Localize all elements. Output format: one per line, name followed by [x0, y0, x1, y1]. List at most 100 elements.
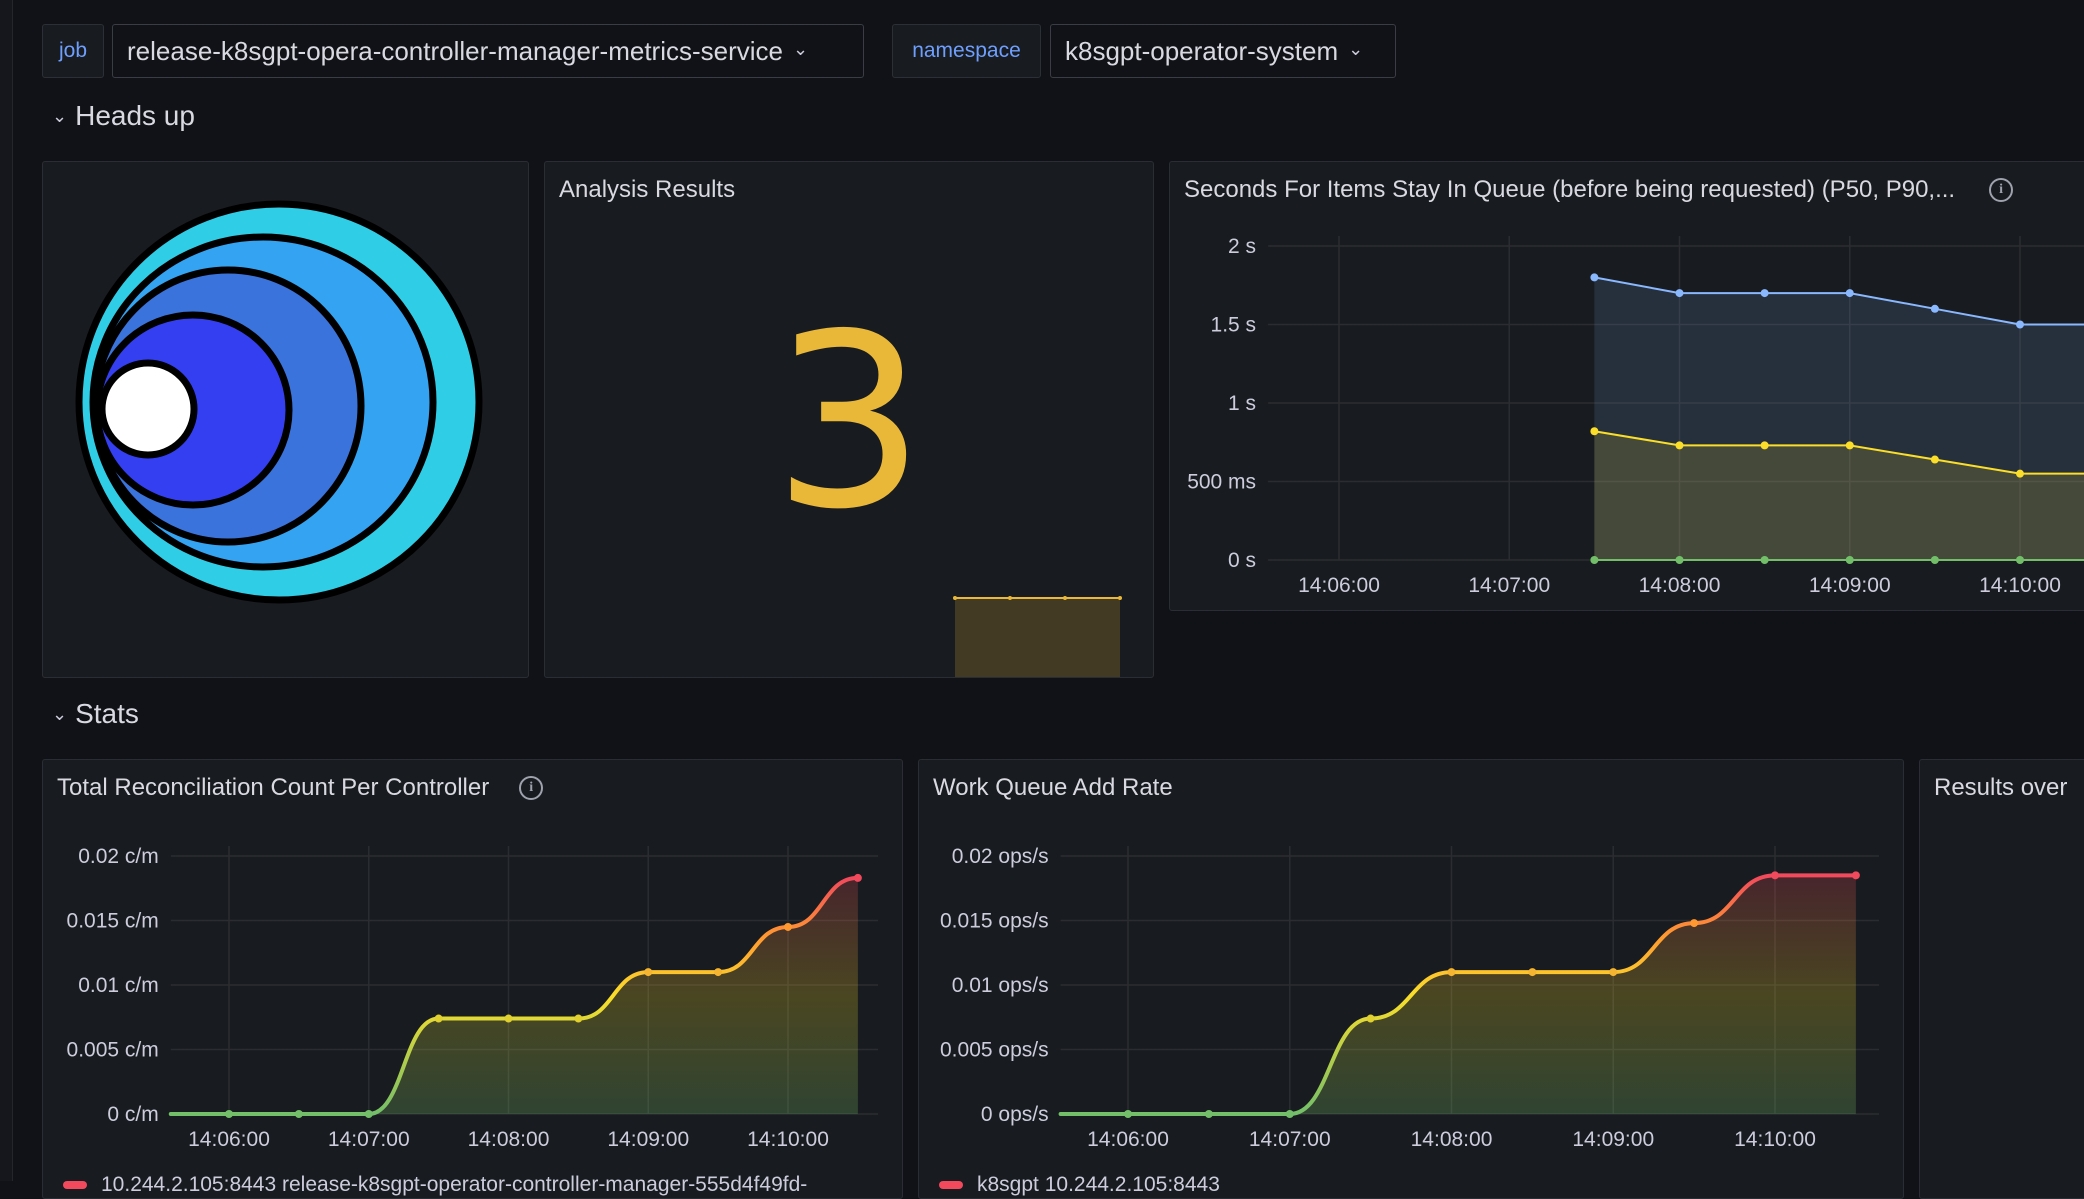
data-point — [784, 922, 792, 931]
y-tick-label: 0.015 ops/s — [940, 910, 1049, 933]
y-tick-label: 0 ops/s — [981, 1103, 1049, 1126]
x-tick-label: 14:09:00 — [607, 1128, 689, 1151]
queue-latency-chart: 0 s 500 ms 1 s 1.5 s 2 s 14:06:00 14:07:00 14:0… — [1187, 235, 2084, 597]
x-tick-label: 14:10:00 — [1734, 1128, 1816, 1151]
row-toggle-heads-up[interactable]: ⌄ Heads up — [52, 100, 195, 132]
work-queue-add-rate-panel: Work Queue Add Rate 0 ops/s 0.005 ops/s 0.… — [918, 759, 1904, 1199]
x-tick-label: 14:06:00 — [188, 1128, 270, 1151]
legend-swatch — [939, 1180, 963, 1189]
sidebar-edge — [0, 0, 13, 1181]
data-point — [2016, 320, 2024, 329]
data-point — [1590, 427, 1599, 436]
x-tick-label: 14:08:00 — [1411, 1128, 1493, 1151]
data-point — [1845, 556, 1854, 564]
legend-label: 10.244.2.105:8443 release-k8sgpt-operato… — [101, 1172, 808, 1196]
row-title: Stats — [75, 698, 139, 729]
data-point — [294, 1110, 303, 1118]
analysis-results-panel: Analysis Results 3 — [544, 161, 1154, 678]
sparkline-point — [953, 596, 957, 600]
data-point — [1590, 273, 1599, 282]
y-tick-label: 1.5 s — [1211, 314, 1257, 337]
data-point — [434, 1014, 443, 1023]
legend-item[interactable]: k8sgpt 10.244.2.105:8443 — [939, 1165, 1220, 1198]
y-tick-label: 0.01 c/m — [78, 974, 159, 997]
data-point — [1845, 289, 1854, 298]
x-tick-label: 14:09:00 — [1809, 574, 1891, 597]
data-point — [1675, 441, 1684, 450]
x-tick-label: 14:07:00 — [1249, 1128, 1331, 1151]
data-point — [1760, 441, 1769, 450]
row-toggle-stats[interactable]: ⌄ Stats — [52, 698, 139, 730]
results-over-time-panel: Results over — [1919, 759, 2084, 1199]
data-point — [1675, 556, 1684, 564]
x-tick-label: 14:08:00 — [468, 1128, 550, 1151]
reconciliation-chart: 0 c/m 0.005 c/m 0.01 c/m 0.015 c/m 0.02 c/m 1… — [67, 845, 878, 1151]
data-point — [1366, 1014, 1375, 1023]
y-tick-label: 1 s — [1228, 392, 1256, 415]
data-point — [1760, 556, 1769, 564]
work-queue-chart: 0 ops/s 0.005 ops/s 0.01 ops/s 0.015 ops/s 0… — [940, 845, 1879, 1151]
data-point — [225, 1110, 233, 1118]
job-variable-value: release-k8sgpt-opera-controller-manager-… — [127, 35, 784, 66]
queue-latency-panel: Seconds For Items Stay In Queue (before … — [1169, 161, 2084, 611]
row-title: Heads up — [75, 100, 195, 131]
x-tick-label: 14:06:00 — [1087, 1128, 1169, 1151]
k8sgpt-logo-icon — [75, 200, 483, 604]
legend-item[interactable]: 10.244.2.105:8443 release-k8sgpt-operato… — [63, 1165, 808, 1198]
data-point — [504, 1014, 513, 1023]
reconciliation-panel: Total Reconciliation Count Per Controlle… — [42, 759, 903, 1199]
data-point — [1845, 441, 1854, 450]
sparkline-area — [955, 598, 1120, 677]
y-tick-label: 0.02 ops/s — [952, 845, 1049, 868]
data-point — [1690, 919, 1699, 928]
job-variable-select[interactable]: release-k8sgpt-opera-controller-manager-… — [112, 24, 864, 78]
analysis-sparkline — [953, 596, 1122, 677]
chevron-down-icon: ⌄ — [52, 703, 68, 724]
y-tick-label: 0 c/m — [107, 1103, 158, 1126]
data-point — [1590, 556, 1599, 564]
sparkline-point — [1008, 596, 1012, 600]
data-point — [1124, 1110, 1132, 1118]
job-variable-label: job — [42, 24, 104, 78]
data-point — [1447, 968, 1456, 977]
y-tick-label: 500 ms — [1187, 471, 1256, 494]
logo-panel — [42, 161, 529, 678]
data-point — [853, 873, 862, 882]
namespace-variable-select[interactable]: k8sgpt-operator-system ⌄ — [1050, 24, 1396, 78]
y-tick-label: 0 s — [1228, 549, 1256, 572]
chevron-down-icon: ⌄ — [52, 105, 68, 126]
data-point — [1930, 304, 1939, 313]
y-tick-label: 0.015 c/m — [67, 910, 159, 933]
x-tick-label: 14:07:00 — [328, 1128, 410, 1151]
data-point — [1204, 1110, 1213, 1118]
y-tick-label: 0.005 ops/s — [940, 1039, 1049, 1062]
chevron-down-icon: ⌄ — [1348, 38, 1364, 59]
data-point — [1675, 289, 1684, 298]
x-tick-label: 14:09:00 — [1572, 1128, 1654, 1151]
data-point — [1930, 556, 1939, 564]
namespace-variable-value: k8sgpt-operator-system — [1065, 35, 1339, 66]
data-point — [364, 1110, 373, 1118]
data-point — [574, 1014, 583, 1023]
data-point — [714, 968, 723, 977]
data-point — [1285, 1110, 1294, 1118]
data-point — [1760, 289, 1769, 298]
x-tick-label: 14:07:00 — [1468, 574, 1550, 597]
data-point — [644, 968, 653, 977]
data-point — [1930, 455, 1939, 464]
y-tick-label: 0.02 c/m — [78, 845, 159, 868]
series-area — [170, 877, 858, 1114]
data-point — [2016, 469, 2024, 478]
namespace-variable-label: namespace — [892, 24, 1041, 78]
data-point — [1609, 968, 1618, 977]
series-area — [1060, 875, 1856, 1114]
y-tick-label: 0.005 c/m — [67, 1039, 159, 1062]
legend-label: k8sgpt 10.244.2.105:8443 — [977, 1172, 1220, 1196]
legend-swatch — [63, 1180, 87, 1189]
x-tick-label: 14:10:00 — [747, 1128, 829, 1151]
x-tick-label: 14:10:00 — [1979, 574, 2061, 597]
x-tick-label: 14:06:00 — [1298, 574, 1380, 597]
panel-title-text: Results over — [1934, 774, 2068, 801]
sparkline-point — [1063, 596, 1067, 600]
data-point — [1528, 968, 1537, 977]
